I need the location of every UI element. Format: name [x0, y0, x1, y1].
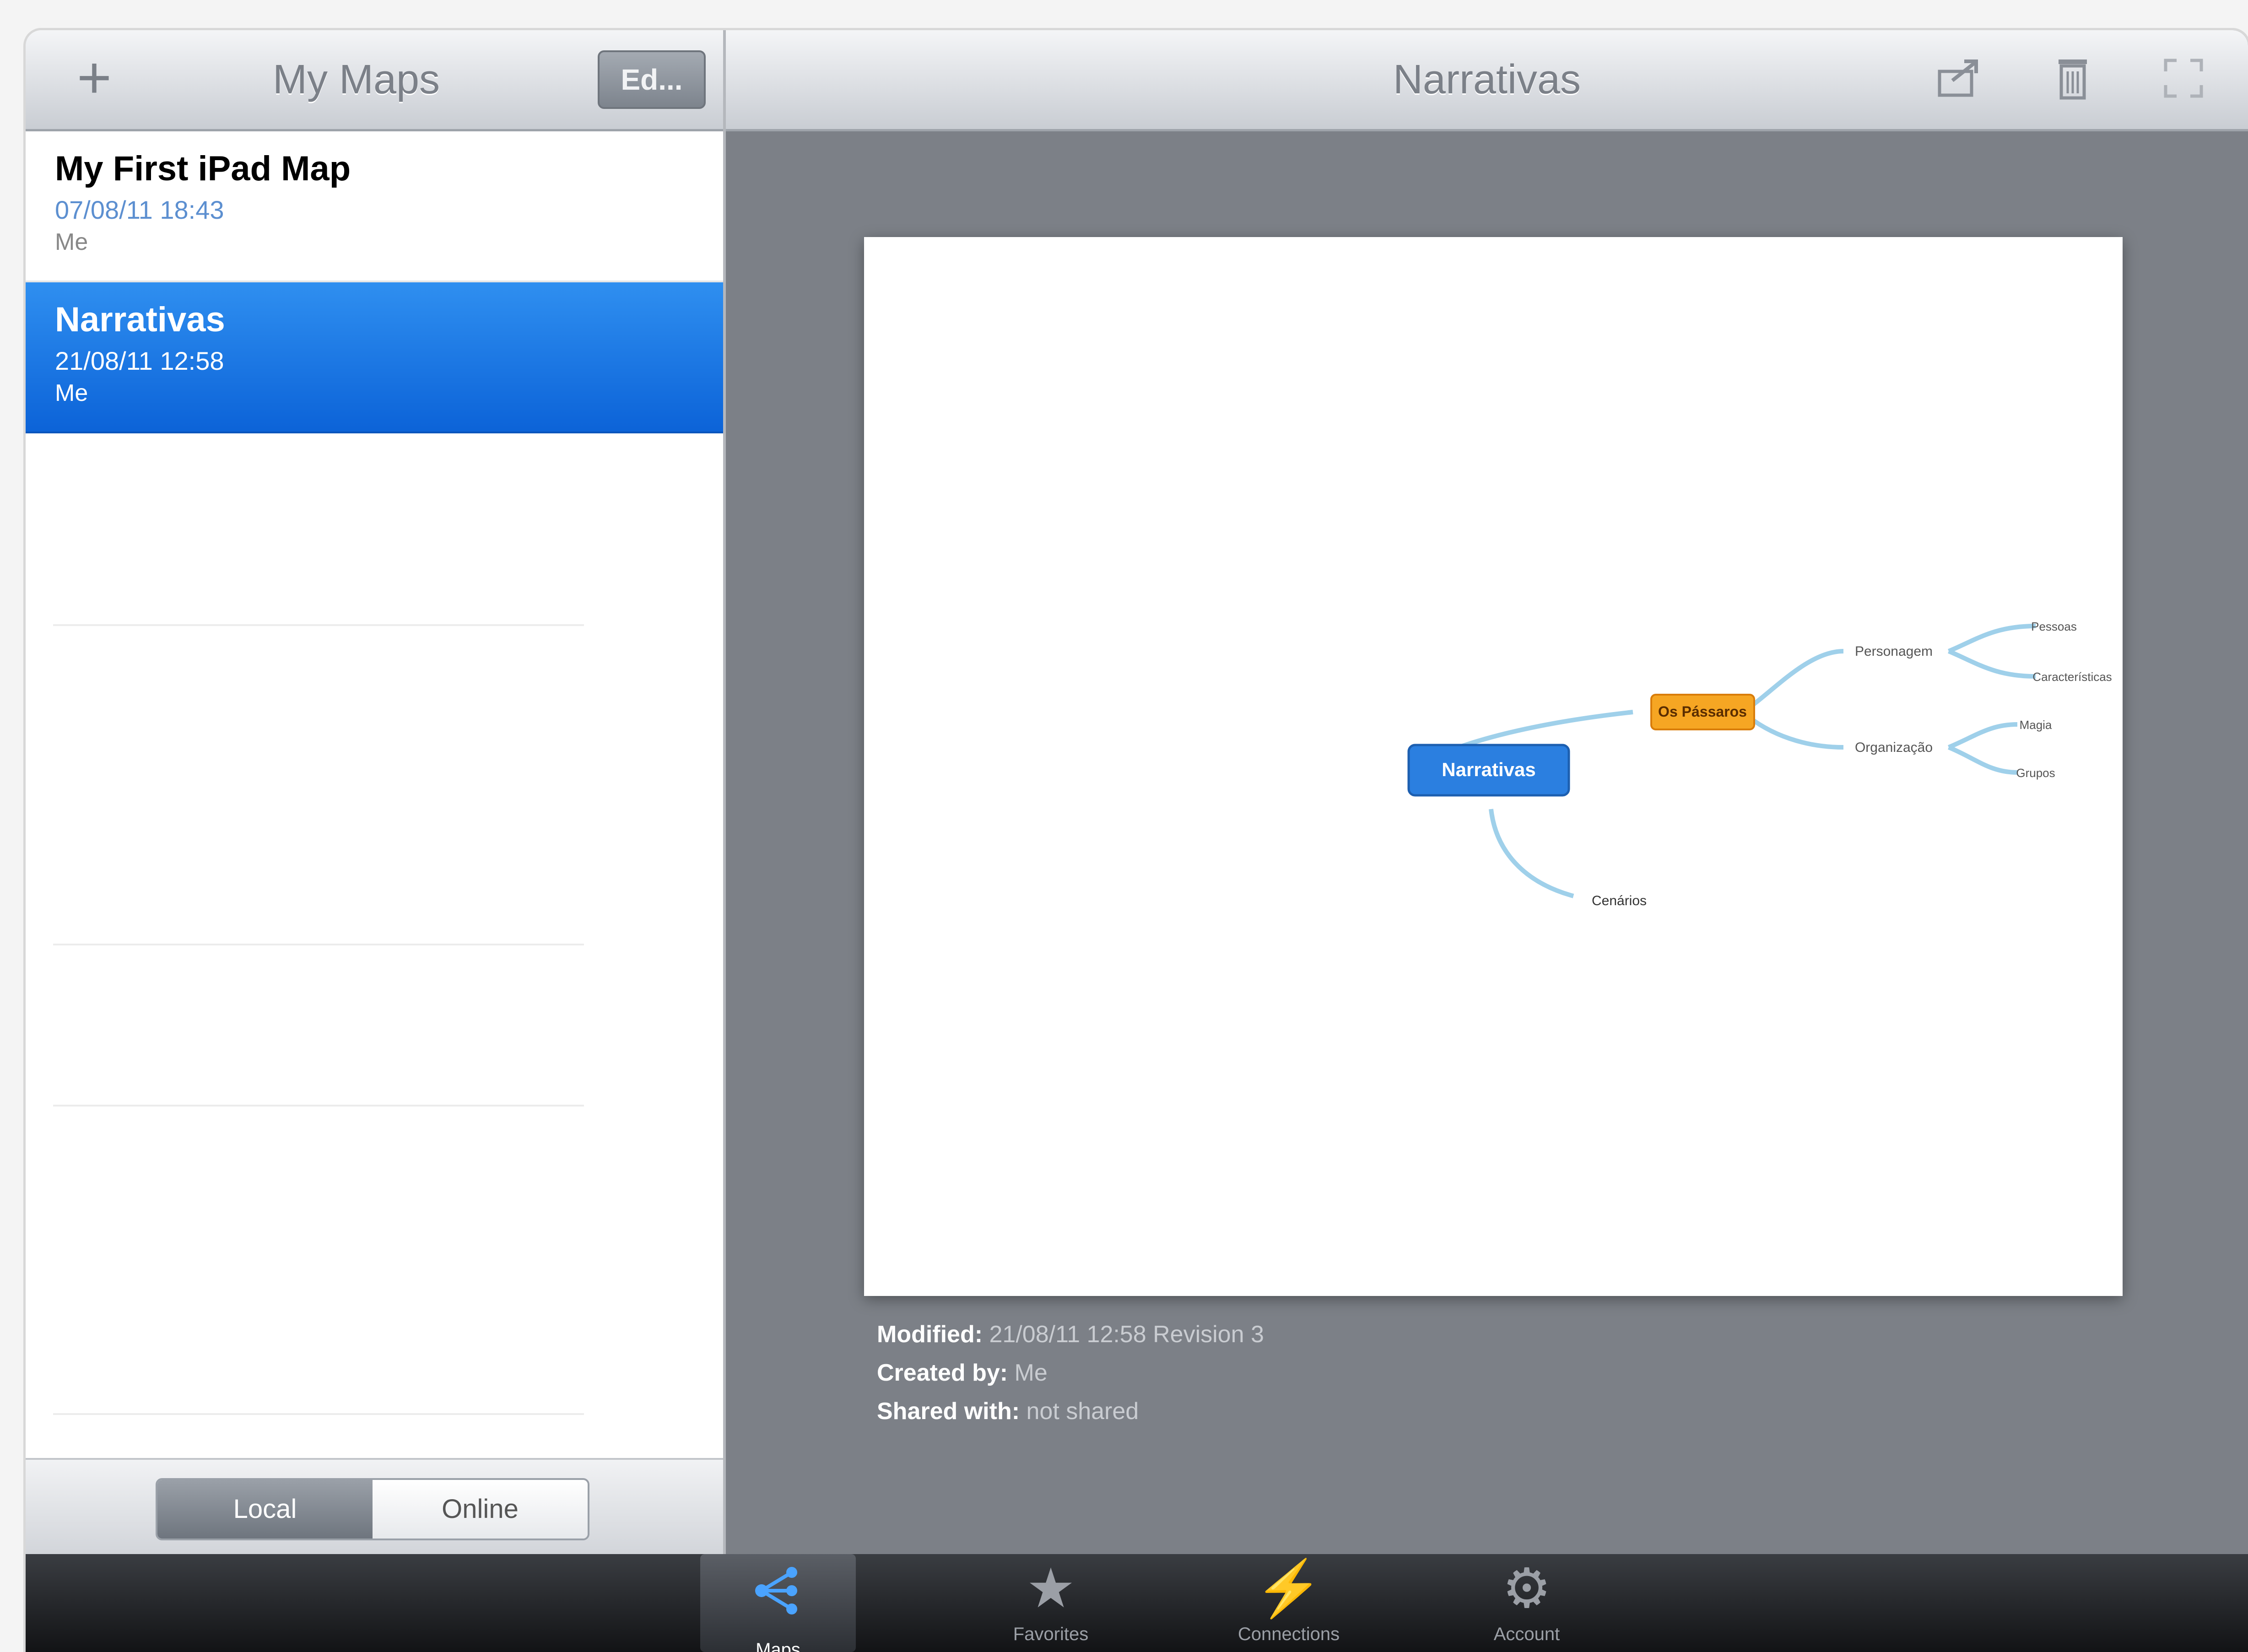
maps-list-pane: + My Maps Ed... My First iPad Map 07/08/…: [26, 30, 726, 1554]
map-preview[interactable]: Narrativas Os Pássaros Personagem Organi…: [864, 237, 2123, 1296]
map-detail-pane: Narrativas Narrativas Os Pássaros Person…: [726, 30, 2248, 1554]
add-map-button[interactable]: +: [67, 48, 122, 107]
leaf-label[interactable]: Pessoas: [2031, 620, 2077, 633]
share-icon[interactable]: [1934, 53, 1984, 103]
tab-account[interactable]: ⚙ Account: [1449, 1554, 1605, 1652]
list-divider: [53, 944, 584, 945]
created-row: Created by: Me: [877, 1360, 1048, 1386]
tab-label: Connections: [1237, 1624, 1340, 1644]
local-segment[interactable]: Local: [157, 1480, 373, 1539]
maps-list-footer: Local Online: [26, 1458, 723, 1554]
root-node-label: Narrativas: [1442, 759, 1535, 780]
maps-list: My First iPad Map 07/08/11 18:43 Me Narr…: [26, 131, 723, 433]
star-icon: ★: [1026, 1558, 1075, 1619]
app-window: + My Maps Ed... My First iPad Map 07/08/…: [26, 30, 2248, 1652]
maps-list-toolbar: + My Maps Ed...: [26, 30, 723, 131]
branch-label[interactable]: Personagem: [1855, 644, 1933, 659]
maps-list-title: My Maps: [273, 57, 440, 103]
leaf-label[interactable]: Magia: [2020, 718, 2052, 732]
main-topic-label: Os Pássaros: [1658, 703, 1747, 720]
map-item-owner: Me: [55, 380, 88, 406]
leaf-label[interactable]: Características: [2032, 670, 2112, 684]
tab-label: Account: [1493, 1624, 1560, 1644]
lightning-icon: ⚡: [1254, 1558, 1323, 1619]
online-segment[interactable]: Online: [373, 1480, 588, 1539]
tab-label: Favorites: [1013, 1624, 1089, 1644]
child-topic-label[interactable]: Cenários: [1592, 893, 1647, 908]
tab-connections[interactable]: ⚡ Connections: [1211, 1554, 1367, 1652]
list-divider: [53, 624, 584, 626]
map-item-name: My First iPad Map: [55, 149, 351, 188]
edit-button[interactable]: Ed...: [598, 50, 706, 109]
map-item-owner: Me: [55, 229, 88, 255]
detail-toolbar: Narrativas: [726, 30, 2248, 131]
trash-icon[interactable]: [2048, 53, 2098, 103]
tab-bar: Maps ★ Favorites ⚡ Connections ⚙ Account: [26, 1554, 2248, 1652]
mindmap-canvas: Narrativas Os Pássaros Personagem Organi…: [1407, 620, 2112, 908]
gear-icon: ⚙: [1502, 1558, 1551, 1619]
shared-row: Shared with: not shared: [877, 1398, 1139, 1425]
map-metadata: Modified: 21/08/11 12:58 Revision 3 Crea…: [877, 1315, 1264, 1431]
map-item-date: 07/08/11 18:43: [55, 195, 224, 224]
map-item-date: 21/08/11 12:58: [55, 346, 224, 375]
detail-title: Narrativas: [1393, 57, 1581, 103]
branch-label[interactable]: Organização: [1855, 740, 1933, 755]
modified-row: Modified: 21/08/11 12:58 Revision 3: [877, 1321, 1264, 1348]
map-item-first[interactable]: My First iPad Map 07/08/11 18:43 Me: [26, 131, 723, 282]
tab-label: Maps: [756, 1640, 800, 1652]
list-divider: [53, 1413, 584, 1415]
map-item-name: Narrativas: [55, 300, 225, 339]
tab-maps[interactable]: Maps: [700, 1554, 856, 1652]
tab-favorites[interactable]: ★ Favorites: [973, 1554, 1129, 1652]
fullscreen-icon[interactable]: [2158, 53, 2209, 103]
mindmap-icon: [700, 1554, 856, 1638]
map-item-narrativas[interactable]: Narrativas 21/08/11 12:58 Me: [26, 282, 723, 433]
storage-segmented-control: Local Online: [156, 1478, 589, 1540]
leaf-label[interactable]: Grupos: [2016, 766, 2055, 780]
list-divider: [53, 1105, 584, 1107]
